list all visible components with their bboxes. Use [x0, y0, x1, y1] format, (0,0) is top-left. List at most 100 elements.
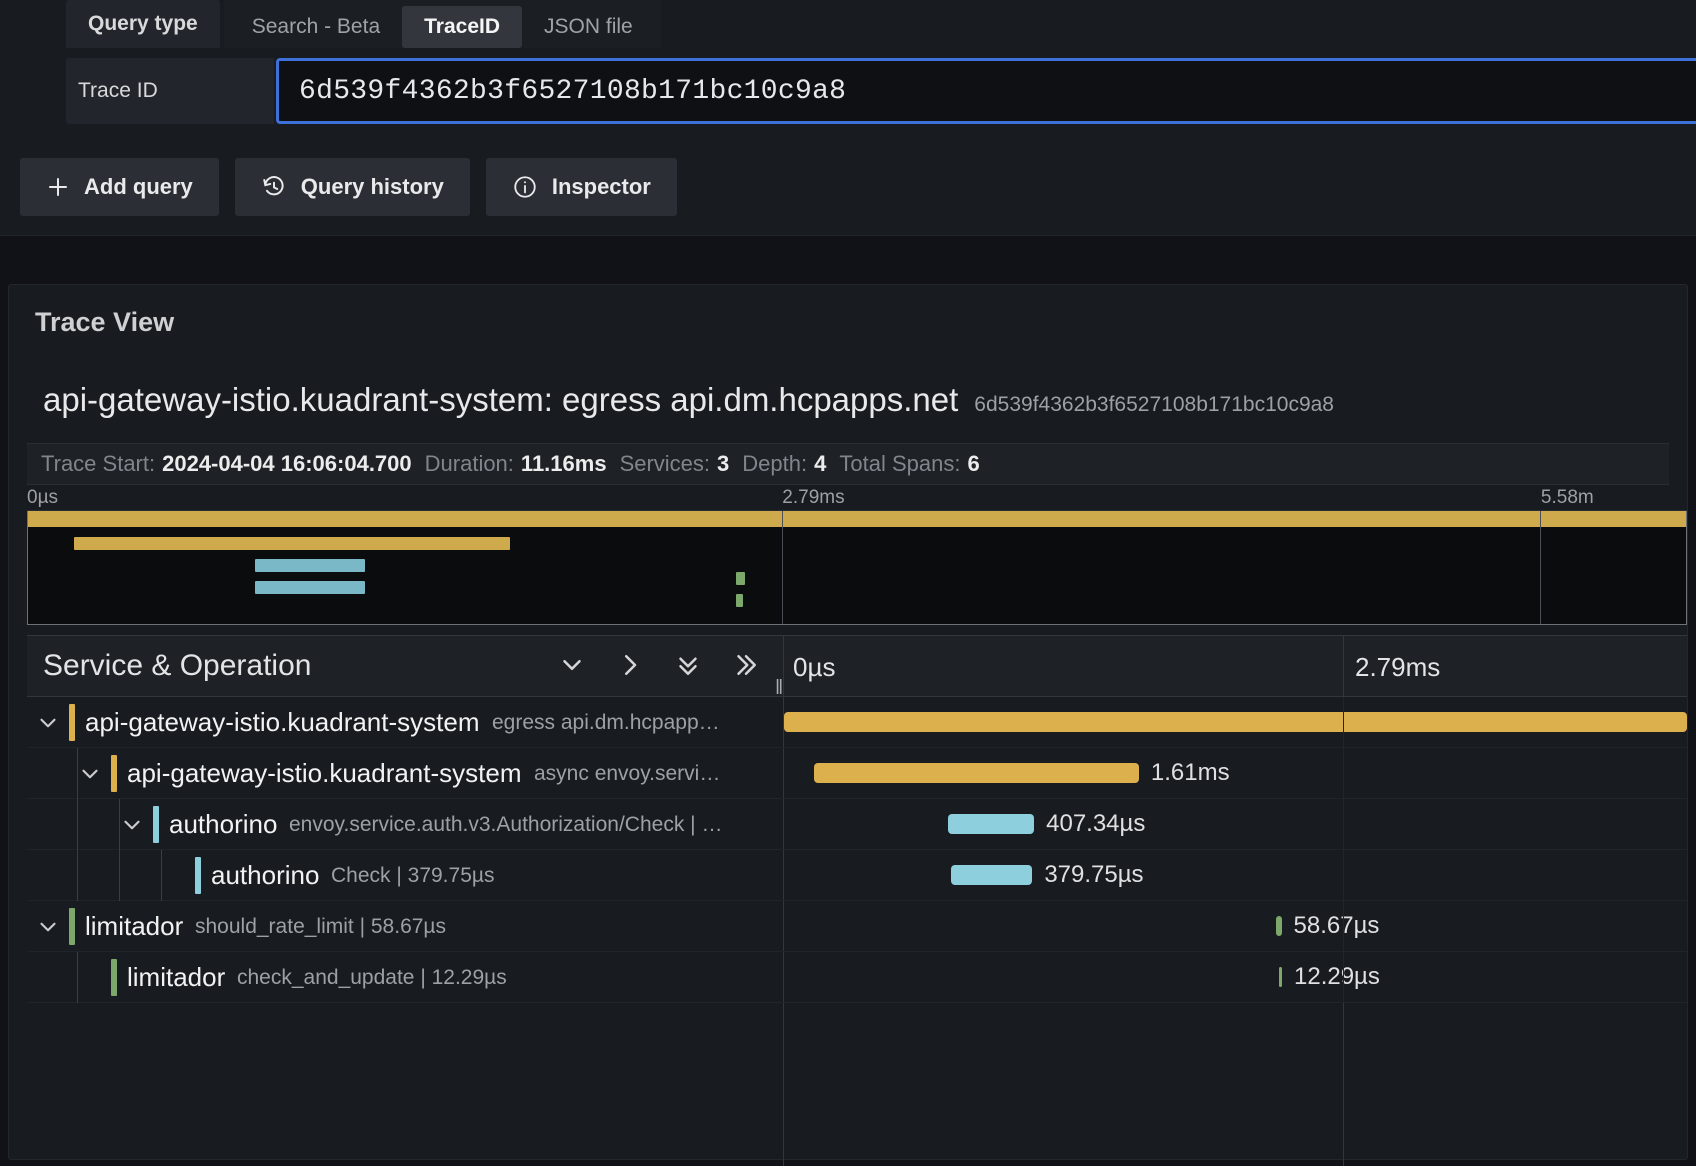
expand-collapse-caret-icon[interactable] [35, 710, 61, 736]
timeline-tick-1: 2.79ms [1355, 652, 1440, 683]
span-color-marker [111, 959, 117, 996]
minimap-root-bar [28, 511, 1686, 527]
row-gridline [1343, 799, 1344, 850]
trace-id-display: 6d539f4362b3f6527108b171bc10c9a8 [974, 393, 1334, 417]
meta-value: 4 [814, 451, 826, 477]
meta-item: Trace Start:2024-04-04 16:06:04.700 [41, 451, 412, 477]
meta-value: 11.16ms [521, 451, 607, 477]
chevron-right-icon[interactable] [615, 650, 645, 685]
span-duration-label: 407.34µs [1046, 810, 1145, 838]
span-service-name: limitador [85, 911, 183, 942]
minimap-ticks: 0µs2.79ms5.58m [27, 485, 1687, 511]
span-duration-bar[interactable] [1276, 916, 1281, 936]
meta-key: Duration: [425, 451, 514, 477]
trace-id-label: Trace ID [66, 58, 274, 124]
span-color-marker [153, 806, 159, 843]
span-bar-area[interactable] [784, 697, 1687, 748]
query-type-label: Query type [66, 0, 220, 48]
span-row[interactable]: limitadorshould_rate_limit | 58.67µs 58.6… [27, 901, 1687, 952]
expand-collapse-caret-icon[interactable] [119, 812, 145, 838]
span-bar-area[interactable]: 379.75µs [784, 850, 1687, 901]
span-bar-area[interactable]: 58.67µs [784, 901, 1687, 952]
span-row[interactable]: authorinoenvoy.service.auth.v3.Authoriza… [27, 799, 1687, 850]
row-gridline [1343, 850, 1344, 901]
minimap-tick: 2.79ms [782, 487, 844, 509]
info-icon [512, 174, 538, 200]
minimap-canvas[interactable] [27, 511, 1687, 625]
span-duration-bar[interactable] [784, 712, 1687, 732]
tree-guide-line [77, 850, 78, 901]
span-operation-name: check_and_update | 12.29µs [237, 966, 507, 990]
panel-title: Trace View [35, 307, 174, 338]
trace-view-panel: Trace View api-gateway-istio.kuadrant-sy… [8, 284, 1688, 1160]
trace-id-input[interactable] [299, 76, 1683, 107]
row-gridline [1343, 952, 1344, 1003]
span-row[interactable]: authorinoCheck | 379.75µs379.75µs [27, 850, 1687, 901]
meta-value: 6 [967, 451, 979, 477]
query-type-tabs: Search - Beta TraceID JSON file [224, 0, 661, 48]
add-query-label: Add query [84, 174, 193, 200]
meta-item: Total Spans: 6 [839, 451, 979, 477]
span-duration-bar[interactable] [948, 814, 1034, 834]
query-history-button[interactable]: Query history [235, 158, 470, 216]
span-duration-bar[interactable] [951, 865, 1032, 885]
minimap-gridline [782, 511, 783, 624]
meta-key: Total Spans: [839, 451, 960, 477]
span-duration-bar[interactable] [1279, 967, 1282, 987]
expand-collapse-caret-icon[interactable] [35, 914, 61, 940]
minimap-gridline [1540, 511, 1541, 624]
minimap-span-bar [736, 572, 745, 585]
trace-minimap[interactable]: 0µs2.79ms5.58m [27, 485, 1687, 627]
history-icon [261, 174, 287, 200]
meta-item: Duration: 11.16ms [425, 451, 607, 477]
span-duration-label: 58.67µs [1294, 912, 1380, 940]
span-service-name: authorino [169, 809, 277, 840]
span-service-name: limitador [127, 962, 225, 993]
span-color-marker [111, 755, 117, 792]
tab-search-beta[interactable]: Search - Beta [230, 6, 402, 48]
minimap-span-bar [255, 559, 364, 572]
row-gridline [1343, 748, 1344, 799]
span-label-cell[interactable]: limitador check_and_update | 12.29µs [27, 952, 783, 1003]
double-chevron-right-icon[interactable] [731, 650, 761, 685]
tree-guide-line [77, 799, 78, 850]
chevron-down-icon[interactable] [557, 650, 587, 685]
trace-id-row: Trace ID [66, 58, 1696, 124]
span-tree: Service & Operation [27, 635, 1687, 1159]
span-row[interactable]: api-gateway-istio.kuadrant-systemegress … [27, 697, 1687, 748]
span-operation-name: egress api.dm.hcpapp… [492, 711, 720, 735]
span-bar-area[interactable]: 407.34µs [784, 799, 1687, 850]
span-bar-area[interactable]: 1.61ms [784, 748, 1687, 799]
span-row[interactable]: limitador check_and_update | 12.29µs 12.29… [27, 952, 1687, 1003]
span-label-cell[interactable]: api-gateway-istio.kuadrant-systemegress … [27, 697, 783, 748]
span-label-cell[interactable]: limitadorshould_rate_limit | 58.67µs [27, 901, 783, 952]
tab-json-file[interactable]: JSON file [522, 6, 655, 48]
minimap-tick: 0µs [27, 487, 58, 509]
trace-explore-page: Query type Search - Beta TraceID JSON fi… [0, 0, 1696, 1166]
minimap-span-bar [255, 581, 364, 594]
plus-icon [46, 175, 70, 199]
span-rows: api-gateway-istio.kuadrant-systemegress … [27, 697, 1687, 1003]
trace-metadata-bar: Trace Start:2024-04-04 16:06:04.700 Durat… [27, 443, 1669, 485]
span-duration-bar[interactable] [814, 763, 1139, 783]
span-label-cell[interactable]: authorinoenvoy.service.auth.v3.Authoriza… [27, 799, 783, 850]
meta-key: Trace Start: [41, 451, 155, 477]
meta-value: 3 [717, 451, 729, 477]
minimap-span-bar [74, 537, 510, 550]
span-label-cell[interactable]: api-gateway-istio.kuadrant-systemasync e… [27, 748, 783, 799]
tab-traceid[interactable]: TraceID [402, 6, 522, 48]
trace-id-input-wrapper[interactable] [276, 58, 1696, 124]
span-label-cell[interactable]: authorinoCheck | 379.75µs [27, 850, 783, 901]
inspector-button[interactable]: Inspector [486, 158, 677, 216]
add-query-button[interactable]: Add query [20, 158, 219, 216]
expand-collapse-caret-icon[interactable] [77, 761, 103, 787]
query-actions: Add query Query history [20, 158, 677, 216]
service-operation-column-header: Service & Operation [27, 649, 311, 683]
span-bar-area[interactable]: 12.29µs [784, 952, 1687, 1003]
trace-title: api-gateway-istio.kuadrant-system: egres… [43, 381, 958, 419]
query-type-row: Query type Search - Beta TraceID JSON fi… [66, 0, 661, 48]
span-row[interactable]: api-gateway-istio.kuadrant-systemasync e… [27, 748, 1687, 799]
meta-item: Depth:4 [742, 451, 826, 477]
double-chevron-down-icon[interactable] [673, 650, 703, 685]
tree-controls [557, 636, 761, 698]
